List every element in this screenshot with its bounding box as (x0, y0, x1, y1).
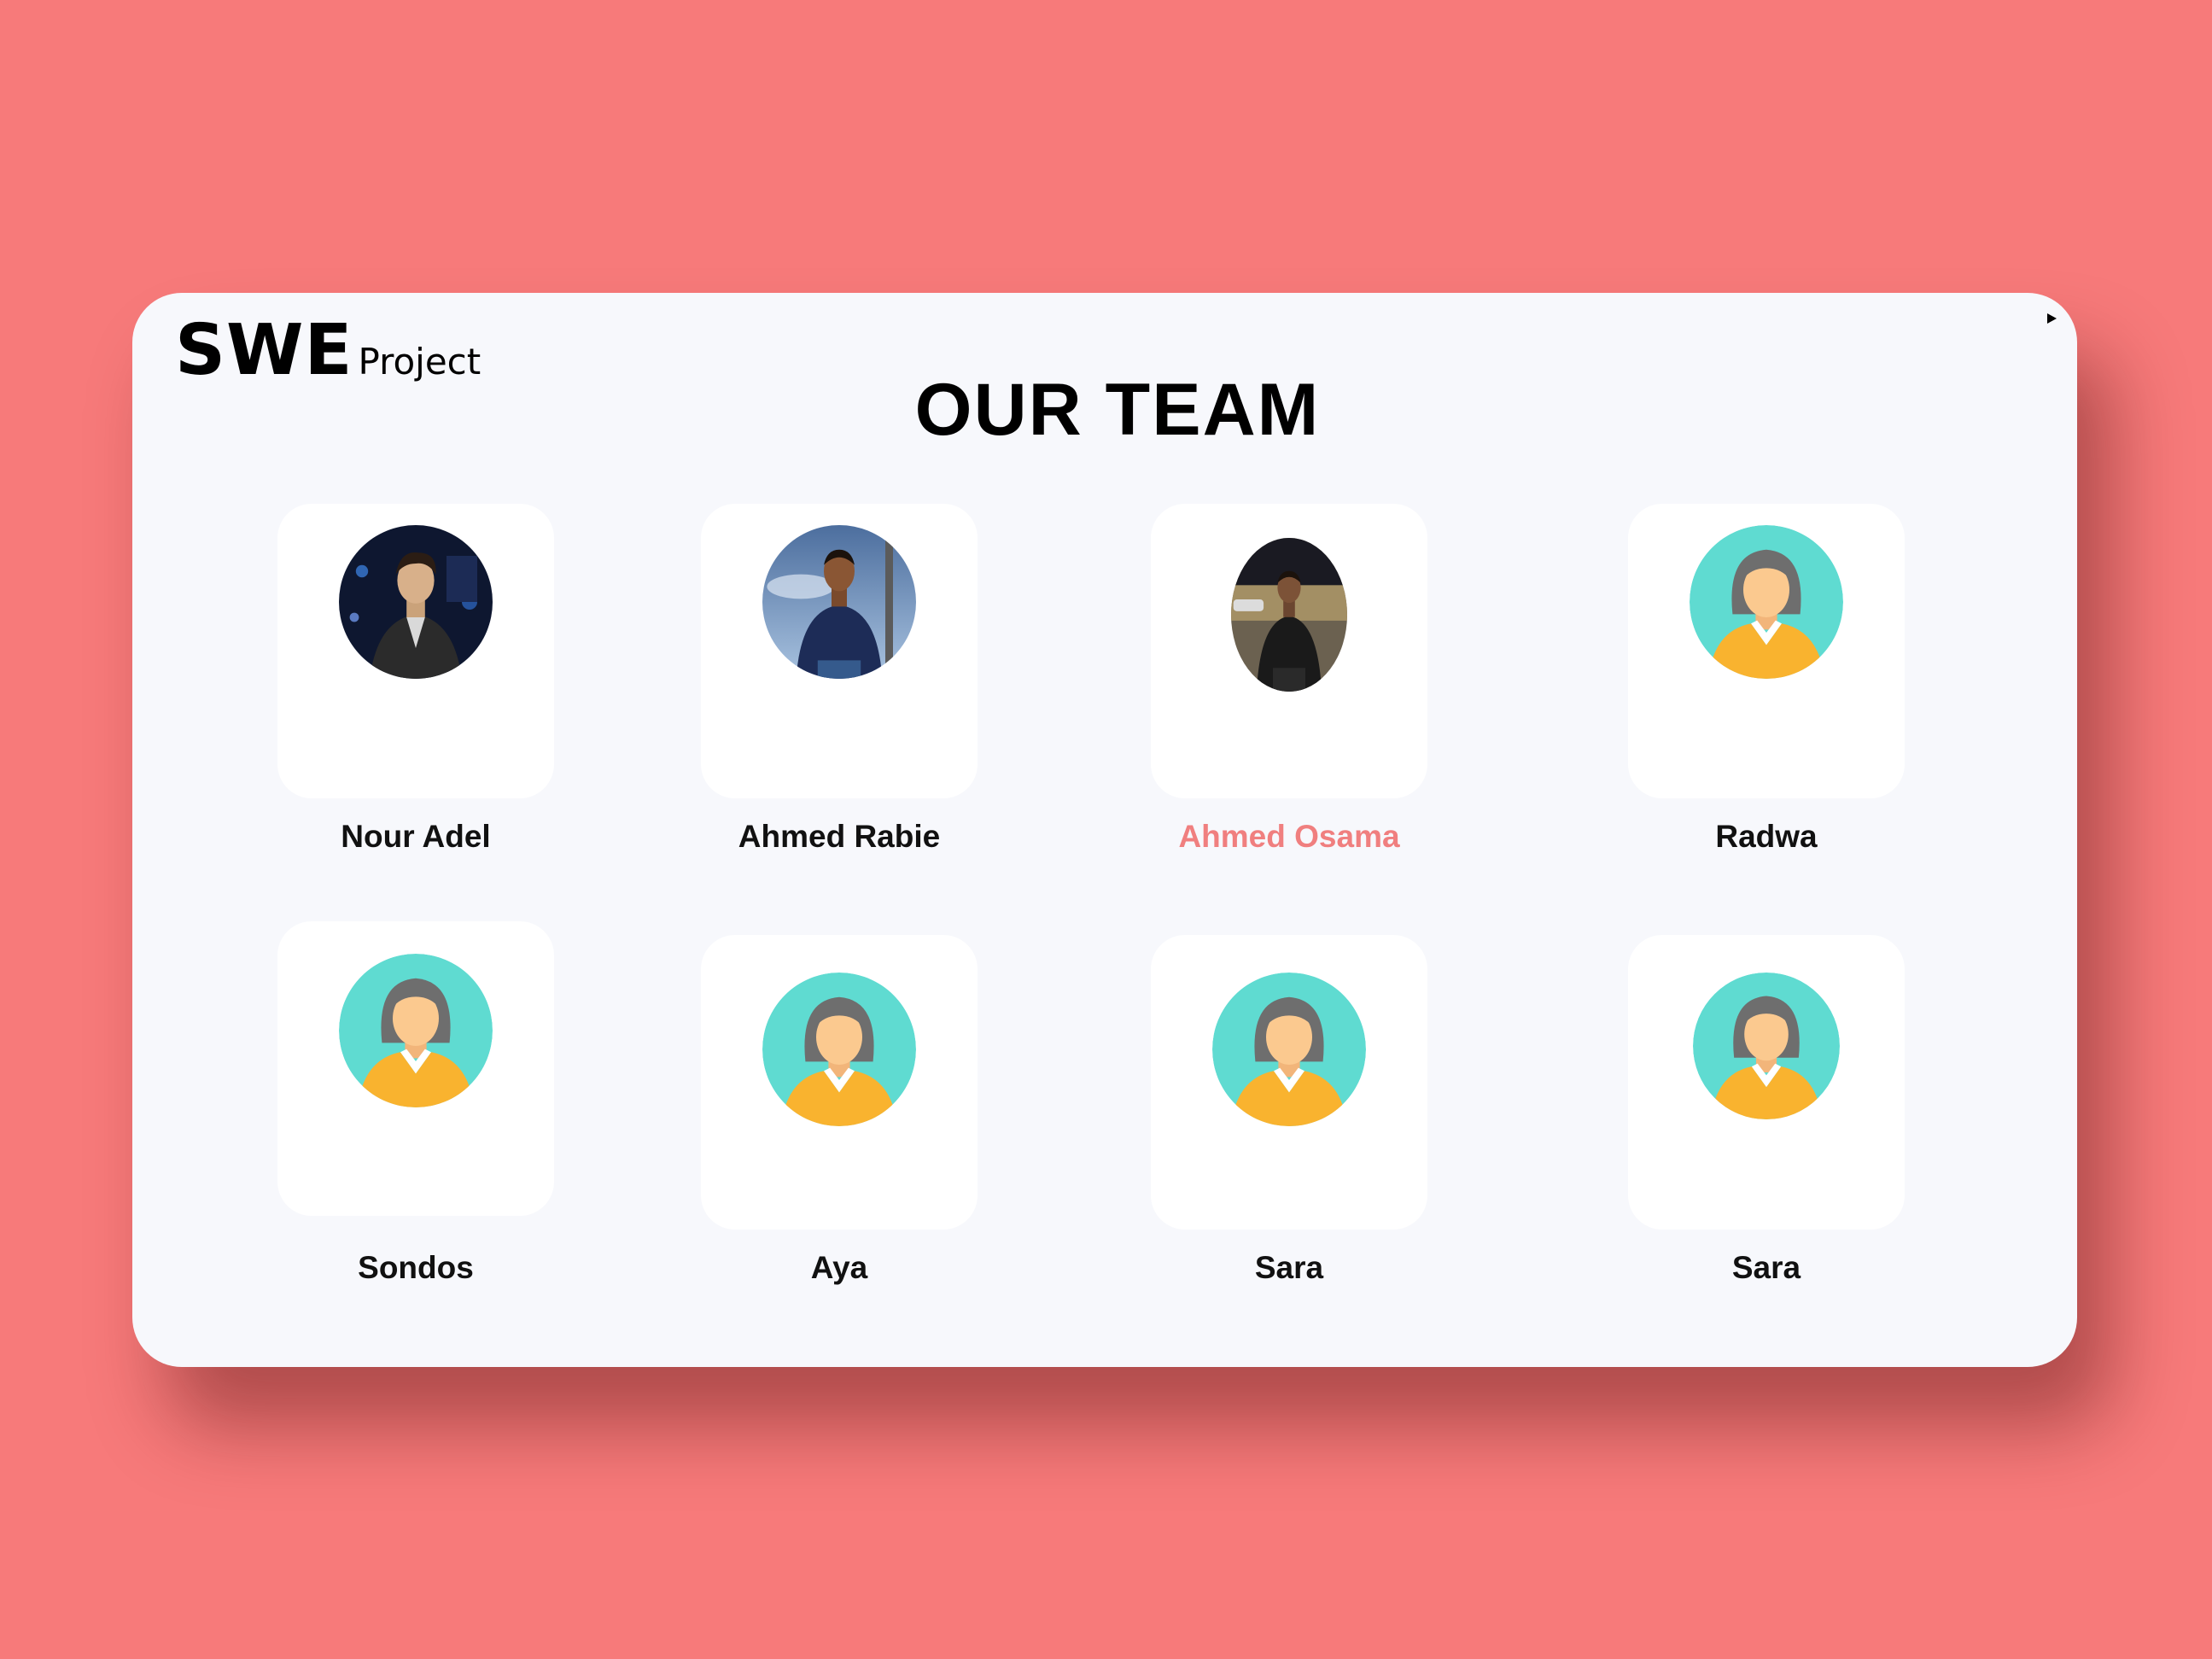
member-card[interactable] (277, 921, 554, 1216)
member-name: Ahmed Osama (1178, 819, 1400, 854)
member-avatar (1212, 973, 1366, 1126)
female-avatar-icon (339, 954, 493, 1107)
team-member-card[interactable]: Radwa (1628, 504, 1905, 855)
female-avatar-icon (1690, 525, 1843, 679)
member-name: Ahmed Rabie (738, 819, 941, 854)
team-member-card[interactable]: Nour Adel (277, 504, 554, 855)
member-card[interactable] (277, 504, 554, 798)
member-name: Nour Adel (341, 819, 491, 854)
member-card[interactable] (1628, 504, 1905, 798)
member-name: Sondos (358, 1250, 474, 1285)
member-name: Sara (1254, 1250, 1324, 1285)
member-avatar (1693, 973, 1840, 1119)
app-window: SWE Project OUR TEAM Nour Adel Ahmed Rab… (132, 293, 2077, 1367)
photo-man-black-tshirt-street-icon (1231, 538, 1347, 692)
member-avatar (339, 954, 493, 1107)
female-avatar-icon (762, 973, 916, 1126)
female-avatar-icon (1212, 973, 1366, 1126)
member-photo (1231, 538, 1347, 692)
member-card[interactable] (701, 935, 978, 1230)
team-member-card[interactable]: Ahmed Rabie (701, 504, 978, 855)
member-card[interactable] (701, 504, 978, 798)
team-member-card[interactable]: Sara (1628, 935, 1905, 1286)
member-card[interactable] (1628, 935, 1905, 1230)
team-member-card[interactable]: Ahmed Osama (1151, 504, 1427, 855)
photo-man-leather-jacket-night-icon (339, 525, 493, 679)
photo-man-blue-sweater-sky-icon (762, 525, 916, 679)
member-avatar (1690, 525, 1843, 679)
team-member-card[interactable]: Sara (1151, 935, 1427, 1286)
member-name: Radwa (1715, 819, 1818, 854)
member-card[interactable] (1151, 935, 1427, 1230)
member-avatar (762, 973, 916, 1126)
female-avatar-icon (1693, 973, 1840, 1119)
team-member-card[interactable]: Aya (701, 935, 978, 1286)
member-card[interactable] (1151, 504, 1427, 798)
member-photo (339, 525, 493, 679)
member-photo (762, 525, 916, 679)
play-icon[interactable] (2047, 313, 2057, 324)
member-name: Aya (810, 1250, 868, 1285)
member-name: Sara (1731, 1250, 1801, 1285)
team-member-card[interactable]: Sondos (277, 921, 554, 1286)
page-title: OUR TEAM (914, 369, 1321, 451)
